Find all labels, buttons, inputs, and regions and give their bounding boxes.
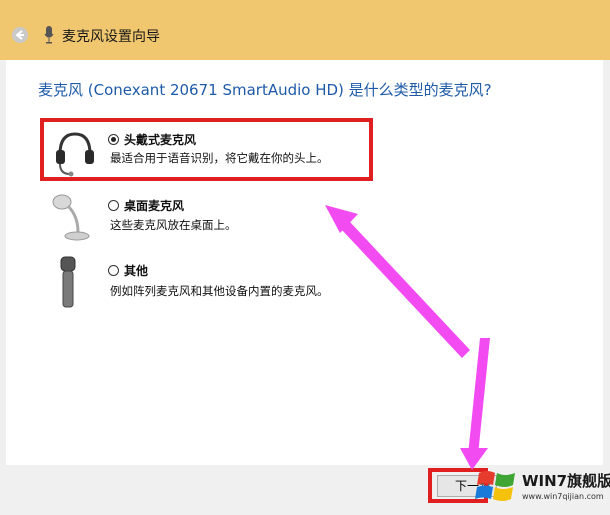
watermark-url: www.win7qijian.com <box>522 492 604 501</box>
arrow-to-headset <box>330 206 470 358</box>
windows-logo-icon <box>475 471 515 501</box>
arrow-to-next <box>468 338 490 455</box>
watermark: WIN7旗舰版 www.win7qijian.com <box>470 462 610 515</box>
annotation-arrows <box>325 205 490 470</box>
watermark-title: WIN7旗舰版 <box>522 472 610 490</box>
